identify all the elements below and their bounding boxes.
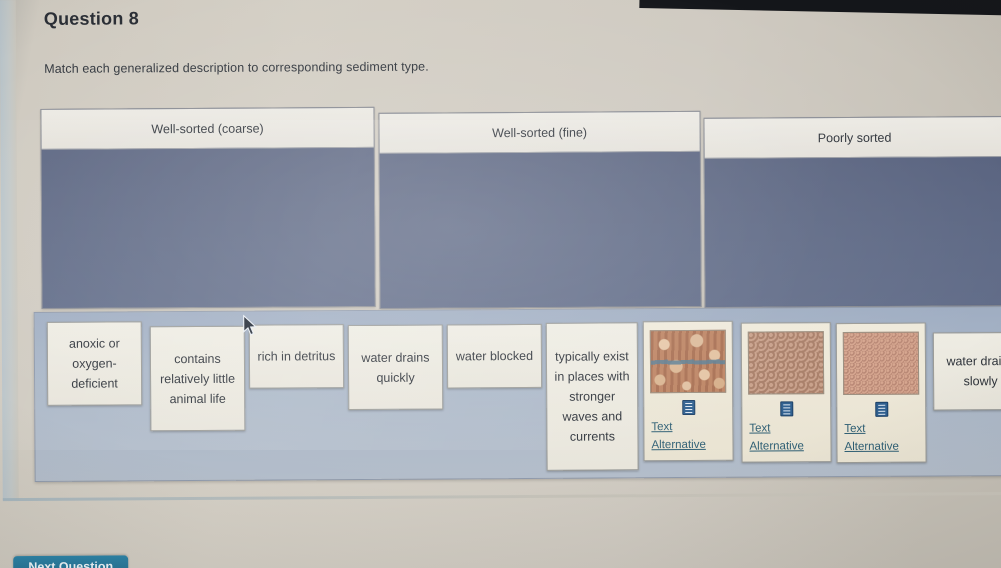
screen-left-edge <box>0 0 19 501</box>
drop-zone-label: Well-sorted (fine) <box>379 111 700 154</box>
sediment-thumbnail-coarse-burrows <box>649 329 727 394</box>
tile-label: typically exist in places with stronger … <box>554 349 630 444</box>
question-prompt: Match each generalized description to co… <box>44 59 429 76</box>
document-icon <box>779 401 793 417</box>
answer-tray: anoxic or oxygen-deficient contains rela… <box>33 306 1001 482</box>
burrow-traces <box>650 330 726 393</box>
document-icon <box>874 401 888 417</box>
drop-zone-drop-area[interactable] <box>379 151 701 308</box>
text-alternative-link[interactable]: Text Alternative <box>844 401 918 456</box>
draggable-tile-anoxic[interactable]: anoxic or oxygen-deficient <box>46 321 143 406</box>
tile-label: rich in detritus <box>257 349 336 364</box>
text-alternative-label: Text Alternative <box>749 422 804 453</box>
drop-zone-well-sorted-coarse[interactable]: Well-sorted (coarse) <box>40 106 376 309</box>
next-question-button[interactable]: Next Question <box>13 555 129 568</box>
draggable-tile-rich-in-detritus[interactable]: rich in detritus <box>248 324 345 389</box>
document-icon <box>681 399 695 416</box>
text-alternative-link[interactable]: Text Alternative <box>749 401 823 455</box>
next-question-label: Next Question <box>28 559 114 568</box>
page-divider <box>2 492 1001 502</box>
draggable-tile-little-animal-life[interactable]: contains relatively little animal life <box>149 325 246 432</box>
tile-label: anoxic or oxygen-deficient <box>68 336 120 391</box>
sediment-thumbnail-medium <box>747 331 825 395</box>
drop-zone-well-sorted-fine[interactable]: Well-sorted (fine) <box>378 110 702 309</box>
draggable-image-tile-2[interactable]: Text Alternative <box>740 322 832 463</box>
text-alternative-link[interactable]: Text Alternative <box>651 399 725 454</box>
text-alternative-label: Text Alternative <box>844 422 899 454</box>
tile-label: contains relatively little animal life <box>160 351 236 406</box>
tile-label: water blocked <box>455 348 534 364</box>
drop-zone-label: Poorly sorted <box>704 117 1001 159</box>
draggable-image-tile-3[interactable]: Text Alternative <box>835 322 927 464</box>
drop-zone-drop-area[interactable] <box>41 147 375 308</box>
page-title: Question 8 <box>43 8 139 29</box>
draggable-image-tile-1[interactable]: Text Alternative <box>642 320 734 462</box>
draggable-tile-stronger-waves[interactable]: typically exist in places with stronger … <box>545 322 639 471</box>
drop-zone-poorly-sorted[interactable]: Poorly sorted <box>703 116 1001 308</box>
draggable-tile-water-blocked[interactable]: water blocked <box>446 323 543 389</box>
photographed-screen: Question 8 Match each generalized descri… <box>0 0 1001 568</box>
tile-label: water drains slowly <box>946 353 1001 389</box>
mouse-cursor <box>243 314 258 336</box>
tile-label: water drains quickly <box>361 350 430 385</box>
sediment-thumbnail-fine <box>842 331 920 396</box>
text-alternative-label: Text Alternative <box>651 421 706 452</box>
drop-zone-drop-area[interactable] <box>704 157 1001 307</box>
draggable-tile-drains-slowly[interactable]: water drains slowly <box>932 331 1001 411</box>
drop-zone-label: Well-sorted (coarse) <box>41 107 374 150</box>
screen-content: Question 8 Match each generalized descri… <box>0 0 1001 568</box>
draggable-tile-drains-quickly[interactable]: water drains quickly <box>347 324 444 411</box>
